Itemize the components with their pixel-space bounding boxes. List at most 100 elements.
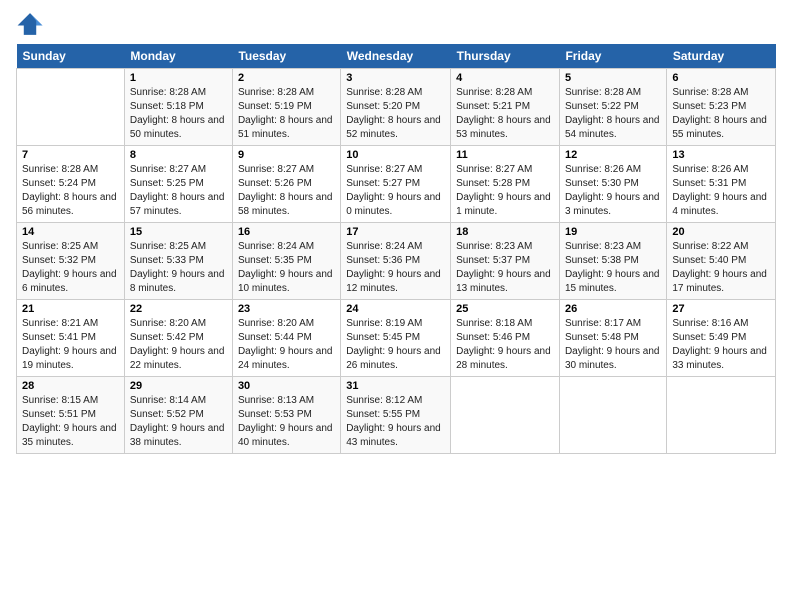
day-number: 1	[130, 72, 227, 84]
calendar-cell: 15 Sunrise: 8:25 AMSunset: 5:33 PMDaylig…	[124, 223, 232, 300]
day-header-saturday: Saturday	[667, 44, 776, 69]
cell-info: Sunrise: 8:28 AMSunset: 5:18 PMDaylight:…	[130, 87, 225, 140]
calendar-cell: 7 Sunrise: 8:28 AMSunset: 5:24 PMDayligh…	[17, 146, 125, 223]
calendar-cell: 14 Sunrise: 8:25 AMSunset: 5:32 PMDaylig…	[17, 223, 125, 300]
day-number: 16	[238, 226, 335, 238]
calendar-cell: 27 Sunrise: 8:16 AMSunset: 5:49 PMDaylig…	[667, 300, 776, 377]
day-number: 22	[130, 303, 227, 315]
day-number: 23	[238, 303, 335, 315]
day-header-thursday: Thursday	[451, 44, 560, 69]
cell-info: Sunrise: 8:27 AMSunset: 5:26 PMDaylight:…	[238, 164, 333, 217]
day-number: 21	[22, 303, 119, 315]
calendar-cell	[17, 69, 125, 146]
cell-info: Sunrise: 8:14 AMSunset: 5:52 PMDaylight:…	[130, 395, 225, 448]
calendar-cell: 24 Sunrise: 8:19 AMSunset: 5:45 PMDaylig…	[341, 300, 451, 377]
day-number: 9	[238, 149, 335, 161]
cell-info: Sunrise: 8:25 AMSunset: 5:32 PMDaylight:…	[22, 241, 117, 294]
calendar-cell: 23 Sunrise: 8:20 AMSunset: 5:44 PMDaylig…	[232, 300, 340, 377]
day-number: 26	[565, 303, 661, 315]
calendar-cell: 17 Sunrise: 8:24 AMSunset: 5:36 PMDaylig…	[341, 223, 451, 300]
calendar-cell: 9 Sunrise: 8:27 AMSunset: 5:26 PMDayligh…	[232, 146, 340, 223]
cell-info: Sunrise: 8:28 AMSunset: 5:20 PMDaylight:…	[346, 87, 441, 140]
day-number: 29	[130, 380, 227, 392]
cell-info: Sunrise: 8:28 AMSunset: 5:24 PMDaylight:…	[22, 164, 117, 217]
week-row-1: 1 Sunrise: 8:28 AMSunset: 5:18 PMDayligh…	[17, 69, 776, 146]
day-number: 15	[130, 226, 227, 238]
calendar-cell: 1 Sunrise: 8:28 AMSunset: 5:18 PMDayligh…	[124, 69, 232, 146]
cell-info: Sunrise: 8:19 AMSunset: 5:45 PMDaylight:…	[346, 318, 441, 371]
day-number: 13	[672, 149, 770, 161]
calendar-cell: 21 Sunrise: 8:21 AMSunset: 5:41 PMDaylig…	[17, 300, 125, 377]
day-number: 2	[238, 72, 335, 84]
calendar-cell	[451, 377, 560, 454]
header	[16, 10, 776, 38]
week-row-2: 7 Sunrise: 8:28 AMSunset: 5:24 PMDayligh…	[17, 146, 776, 223]
cell-info: Sunrise: 8:28 AMSunset: 5:23 PMDaylight:…	[672, 87, 767, 140]
calendar-cell: 5 Sunrise: 8:28 AMSunset: 5:22 PMDayligh…	[559, 69, 666, 146]
day-number: 30	[238, 380, 335, 392]
calendar-cell: 3 Sunrise: 8:28 AMSunset: 5:20 PMDayligh…	[341, 69, 451, 146]
calendar-cell: 25 Sunrise: 8:18 AMSunset: 5:46 PMDaylig…	[451, 300, 560, 377]
cell-info: Sunrise: 8:23 AMSunset: 5:38 PMDaylight:…	[565, 241, 660, 294]
day-number: 14	[22, 226, 119, 238]
cell-info: Sunrise: 8:28 AMSunset: 5:22 PMDaylight:…	[565, 87, 660, 140]
cell-info: Sunrise: 8:28 AMSunset: 5:21 PMDaylight:…	[456, 87, 551, 140]
calendar-cell: 29 Sunrise: 8:14 AMSunset: 5:52 PMDaylig…	[124, 377, 232, 454]
cell-info: Sunrise: 8:20 AMSunset: 5:42 PMDaylight:…	[130, 318, 225, 371]
cell-info: Sunrise: 8:22 AMSunset: 5:40 PMDaylight:…	[672, 241, 767, 294]
cell-info: Sunrise: 8:20 AMSunset: 5:44 PMDaylight:…	[238, 318, 333, 371]
calendar-body: 1 Sunrise: 8:28 AMSunset: 5:18 PMDayligh…	[17, 69, 776, 454]
cell-info: Sunrise: 8:18 AMSunset: 5:46 PMDaylight:…	[456, 318, 551, 371]
logo-icon	[16, 10, 44, 38]
calendar-table: SundayMondayTuesdayWednesdayThursdayFrid…	[16, 44, 776, 454]
week-row-3: 14 Sunrise: 8:25 AMSunset: 5:32 PMDaylig…	[17, 223, 776, 300]
day-number: 4	[456, 72, 554, 84]
cell-info: Sunrise: 8:13 AMSunset: 5:53 PMDaylight:…	[238, 395, 333, 448]
calendar-cell: 13 Sunrise: 8:26 AMSunset: 5:31 PMDaylig…	[667, 146, 776, 223]
calendar-cell: 16 Sunrise: 8:24 AMSunset: 5:35 PMDaylig…	[232, 223, 340, 300]
cell-info: Sunrise: 8:12 AMSunset: 5:55 PMDaylight:…	[346, 395, 441, 448]
cell-info: Sunrise: 8:25 AMSunset: 5:33 PMDaylight:…	[130, 241, 225, 294]
calendar-cell: 12 Sunrise: 8:26 AMSunset: 5:30 PMDaylig…	[559, 146, 666, 223]
day-number: 28	[22, 380, 119, 392]
day-number: 17	[346, 226, 445, 238]
calendar-cell: 28 Sunrise: 8:15 AMSunset: 5:51 PMDaylig…	[17, 377, 125, 454]
calendar-cell: 19 Sunrise: 8:23 AMSunset: 5:38 PMDaylig…	[559, 223, 666, 300]
day-number: 7	[22, 149, 119, 161]
cell-info: Sunrise: 8:27 AMSunset: 5:28 PMDaylight:…	[456, 164, 551, 217]
calendar-cell: 31 Sunrise: 8:12 AMSunset: 5:55 PMDaylig…	[341, 377, 451, 454]
day-header-monday: Monday	[124, 44, 232, 69]
day-number: 31	[346, 380, 445, 392]
day-number: 11	[456, 149, 554, 161]
day-header-wednesday: Wednesday	[341, 44, 451, 69]
calendar-cell: 10 Sunrise: 8:27 AMSunset: 5:27 PMDaylig…	[341, 146, 451, 223]
calendar-cell	[559, 377, 666, 454]
calendar-cell: 6 Sunrise: 8:28 AMSunset: 5:23 PMDayligh…	[667, 69, 776, 146]
cell-info: Sunrise: 8:15 AMSunset: 5:51 PMDaylight:…	[22, 395, 117, 448]
cell-info: Sunrise: 8:28 AMSunset: 5:19 PMDaylight:…	[238, 87, 333, 140]
calendar-cell: 30 Sunrise: 8:13 AMSunset: 5:53 PMDaylig…	[232, 377, 340, 454]
week-row-5: 28 Sunrise: 8:15 AMSunset: 5:51 PMDaylig…	[17, 377, 776, 454]
calendar-header-row: SundayMondayTuesdayWednesdayThursdayFrid…	[17, 44, 776, 69]
cell-info: Sunrise: 8:27 AMSunset: 5:25 PMDaylight:…	[130, 164, 225, 217]
day-number: 18	[456, 226, 554, 238]
cell-info: Sunrise: 8:23 AMSunset: 5:37 PMDaylight:…	[456, 241, 551, 294]
calendar-cell: 4 Sunrise: 8:28 AMSunset: 5:21 PMDayligh…	[451, 69, 560, 146]
cell-info: Sunrise: 8:16 AMSunset: 5:49 PMDaylight:…	[672, 318, 767, 371]
calendar-cell	[667, 377, 776, 454]
day-number: 5	[565, 72, 661, 84]
day-number: 19	[565, 226, 661, 238]
cell-info: Sunrise: 8:17 AMSunset: 5:48 PMDaylight:…	[565, 318, 660, 371]
calendar-cell: 26 Sunrise: 8:17 AMSunset: 5:48 PMDaylig…	[559, 300, 666, 377]
day-number: 10	[346, 149, 445, 161]
cell-info: Sunrise: 8:24 AMSunset: 5:35 PMDaylight:…	[238, 241, 333, 294]
logo	[16, 10, 46, 38]
calendar-cell: 18 Sunrise: 8:23 AMSunset: 5:37 PMDaylig…	[451, 223, 560, 300]
day-number: 20	[672, 226, 770, 238]
cell-info: Sunrise: 8:24 AMSunset: 5:36 PMDaylight:…	[346, 241, 441, 294]
day-header-sunday: Sunday	[17, 44, 125, 69]
day-number: 12	[565, 149, 661, 161]
cell-info: Sunrise: 8:26 AMSunset: 5:31 PMDaylight:…	[672, 164, 767, 217]
day-number: 24	[346, 303, 445, 315]
day-header-friday: Friday	[559, 44, 666, 69]
